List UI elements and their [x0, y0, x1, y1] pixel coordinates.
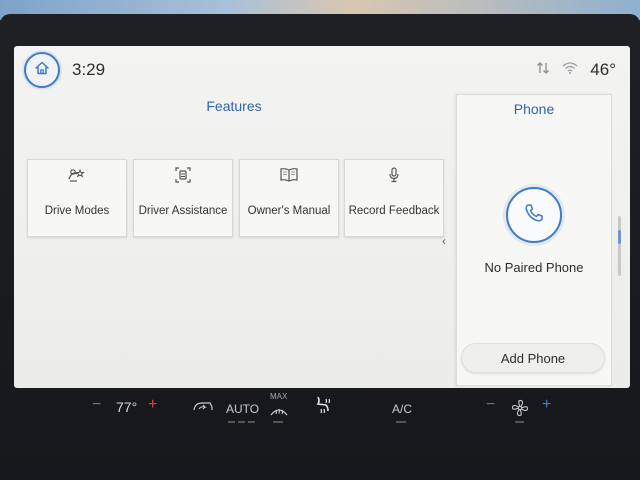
- collapse-panel-arrow[interactable]: ‹: [442, 234, 446, 248]
- microphone-icon: [386, 167, 402, 185]
- max-indicator: [273, 421, 283, 423]
- recirculation-icon: [192, 402, 214, 417]
- clock: 3:29: [72, 60, 106, 79]
- tile-label: Drive Modes: [44, 205, 110, 217]
- ac-indicator: [396, 421, 406, 423]
- auto-climate-button[interactable]: AUTO: [226, 402, 259, 416]
- ac-button[interactable]: A/C: [392, 402, 412, 416]
- phone-card: Phone No Paired Phone Add Phone: [456, 94, 612, 386]
- home-icon: [34, 60, 50, 81]
- auto-indicator: [248, 421, 255, 423]
- max-defrost-label: MAX: [270, 392, 288, 401]
- data-sync-icon: [536, 61, 550, 80]
- fan-indicator: [515, 421, 524, 423]
- phone-icon: [523, 202, 545, 229]
- fan-down-button[interactable]: −: [486, 396, 495, 414]
- driver-assistance-icon: [174, 167, 192, 185]
- temp-down-button[interactable]: −: [92, 396, 101, 414]
- drive-modes-tile[interactable]: Drive Modes: [27, 159, 127, 237]
- driver-assistance-tile[interactable]: Driver Assistance: [133, 159, 233, 237]
- record-feedback-tile[interactable]: Record Feedback: [344, 159, 444, 237]
- fan-up-button[interactable]: +: [542, 396, 551, 414]
- seat-climate-button[interactable]: [312, 394, 334, 419]
- max-defrost-button[interactable]: [270, 403, 288, 420]
- scrollbar-thumb[interactable]: [618, 230, 621, 244]
- status-icons: 46°: [536, 60, 616, 80]
- phone-title: Phone: [513, 101, 555, 117]
- fan-speed-button[interactable]: [510, 399, 530, 420]
- tile-label: Driver Assistance: [138, 205, 228, 217]
- phone-status: No Paired Phone: [484, 260, 584, 275]
- defrost-icon: [270, 406, 288, 420]
- phone-button[interactable]: [506, 187, 562, 243]
- wifi-icon: [562, 61, 578, 79]
- infotainment-screen: 3:29 46° Features Drive Modes Driver Ass…: [14, 46, 630, 388]
- scrollbar[interactable]: [618, 216, 621, 276]
- driver-temperature: 77°: [116, 399, 138, 415]
- owners-manual-tile[interactable]: Owner's Manual: [239, 159, 339, 237]
- features-title: Features: [206, 98, 262, 114]
- auto-indicator: [228, 421, 235, 423]
- book-icon: [279, 167, 299, 185]
- add-phone-button[interactable]: Add Phone: [461, 343, 605, 373]
- outside-temperature: 46°: [590, 60, 616, 79]
- heated-seat-icon: [312, 396, 334, 419]
- fan-icon: [510, 399, 530, 420]
- climate-bar: − 77° + AUTO MAX A/C − +: [0, 388, 640, 448]
- tile-label: Owner's Manual: [247, 205, 331, 217]
- home-button[interactable]: [24, 52, 60, 88]
- temp-up-button[interactable]: +: [148, 396, 157, 414]
- tile-label: Record Feedback: [348, 205, 440, 217]
- drive-modes-icon: [67, 167, 87, 185]
- recirculation-button[interactable]: [192, 400, 214, 417]
- auto-indicator: [238, 421, 245, 423]
